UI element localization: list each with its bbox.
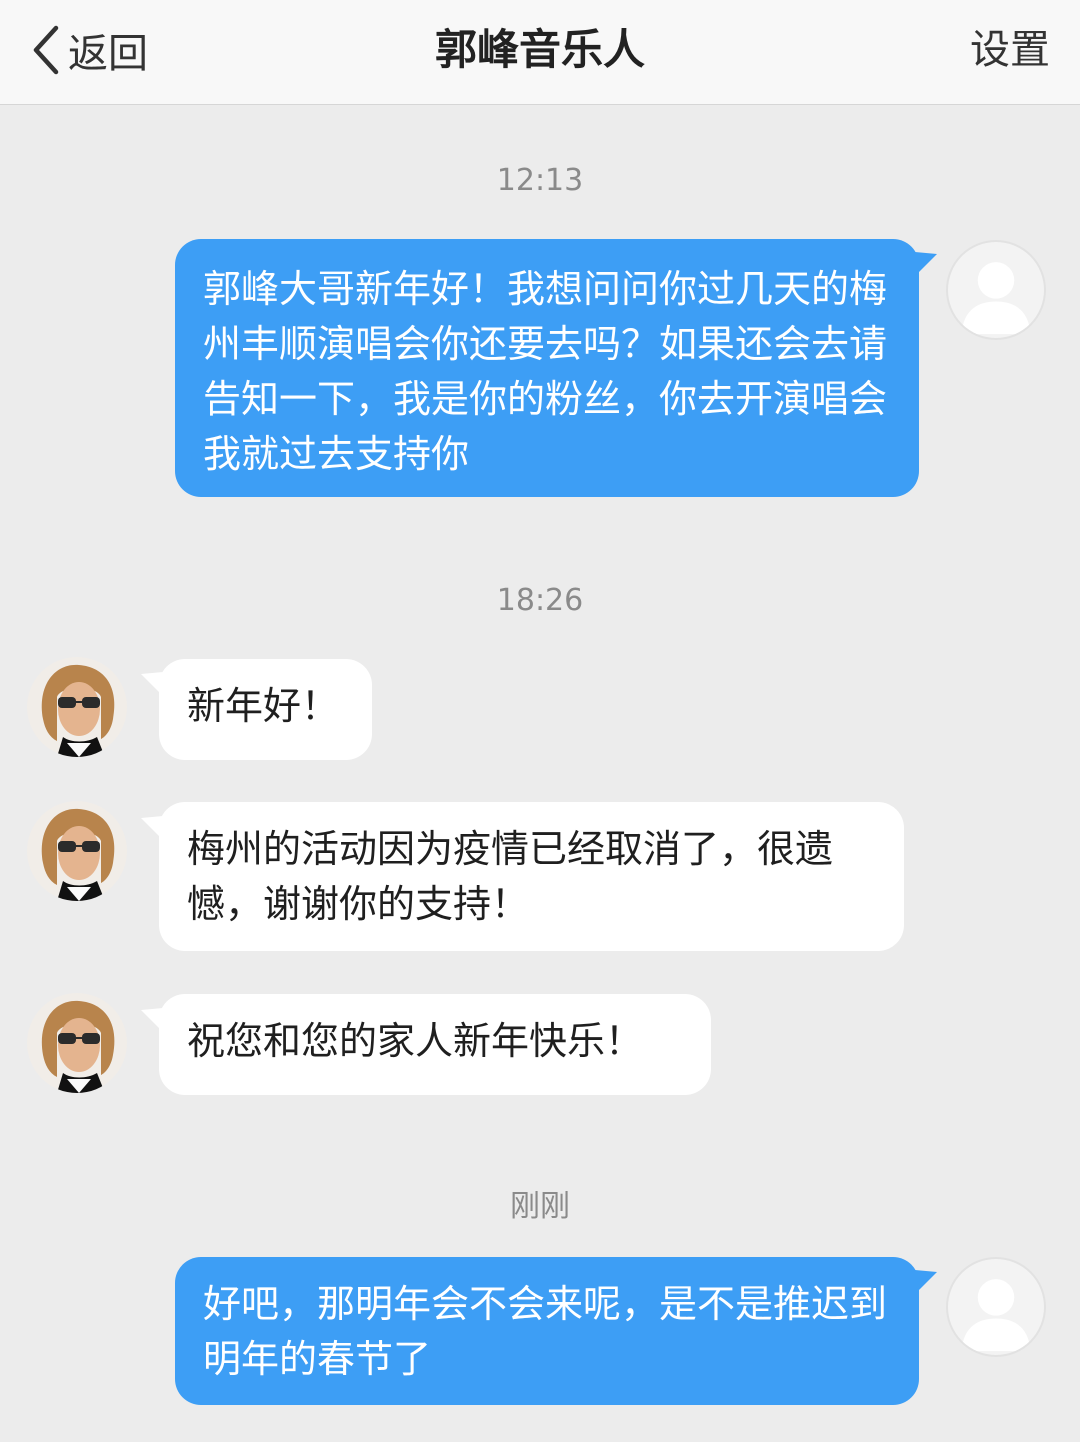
contact-avatar[interactable] bbox=[27, 993, 127, 1093]
timestamp: 12:13 bbox=[496, 163, 584, 198]
timestamp: 刚刚 bbox=[510, 1189, 570, 1224]
outgoing-message-bubble[interactable]: 好吧，那明年会不会来呢，是不是推迟到明年的春节了 bbox=[175, 1257, 919, 1405]
default-avatar-icon[interactable] bbox=[946, 1257, 1046, 1357]
outgoing-message-bubble[interactable]: 郭峰大哥新年好！我想问问你过几天的梅州丰顺演唱会你还要去吗？如果还会去请告知一下… bbox=[175, 239, 919, 497]
contact-avatar[interactable] bbox=[27, 657, 127, 757]
bubble-tail bbox=[915, 1270, 937, 1294]
incoming-message-bubble[interactable]: 祝您和您的家人新年快乐！ bbox=[159, 994, 711, 1095]
incoming-message-bubble[interactable]: 梅州的活动因为疫情已经取消了，很遗憾，谢谢你的支持！ bbox=[159, 802, 904, 951]
settings-button[interactable]: 设置 bbox=[970, 22, 1050, 78]
timestamp: 18:26 bbox=[496, 583, 584, 618]
default-avatar-icon[interactable] bbox=[946, 240, 1046, 340]
navigation-bar: 返回 郭峰音乐人 设置 bbox=[0, 0, 1080, 105]
incoming-message-bubble[interactable]: 新年好！ bbox=[159, 659, 372, 760]
bubble-tail bbox=[915, 252, 937, 276]
page-title: 郭峰音乐人 bbox=[434, 25, 645, 74]
contact-avatar[interactable] bbox=[27, 801, 127, 901]
